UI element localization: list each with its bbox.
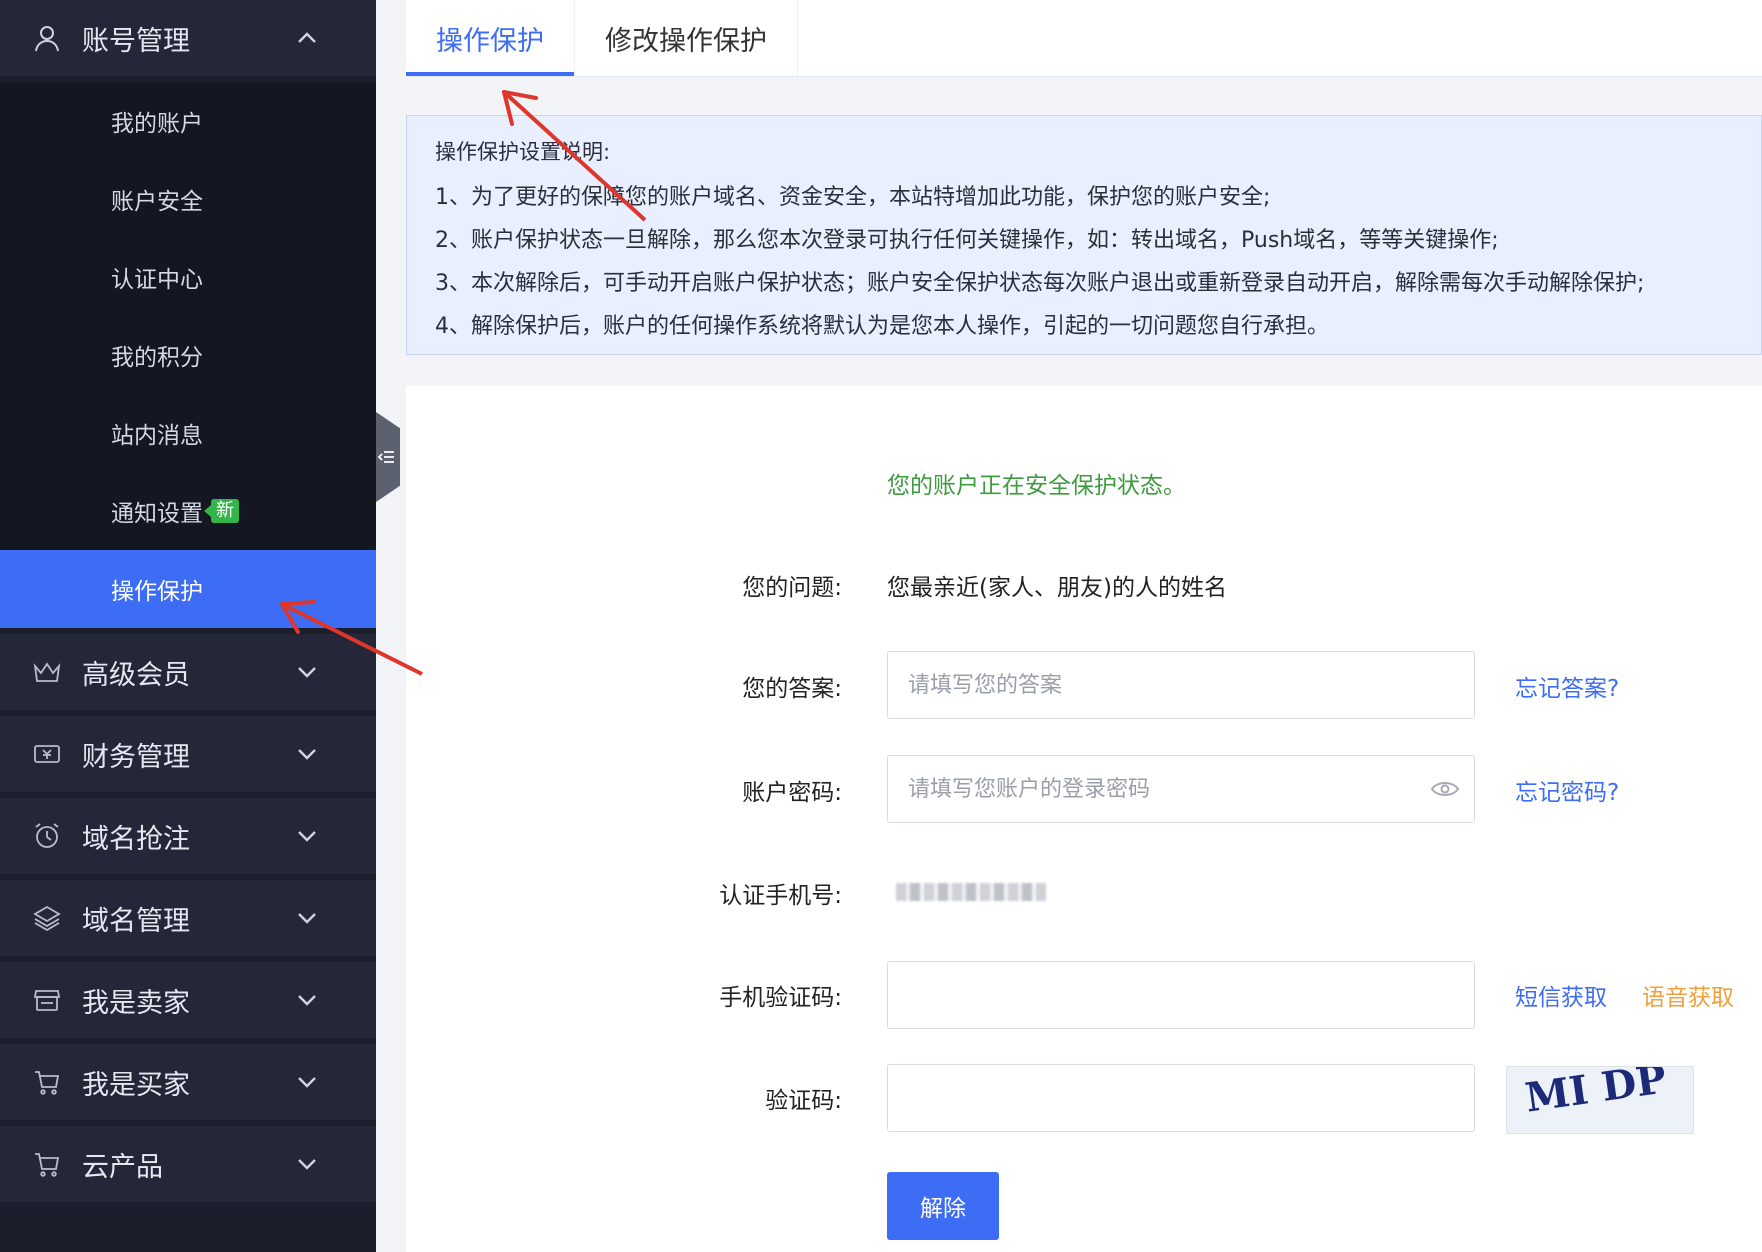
sidebar-group-domain-backorder[interactable]: 域名抢注 [0, 798, 376, 880]
sidebar-group-label: 域名管理 [82, 905, 190, 937]
sidebar-group-buyer[interactable]: 我是买家 [0, 1044, 376, 1126]
chevron-down-icon [298, 995, 316, 1006]
masked-phone-number [896, 883, 1046, 901]
protection-notice: 操作保护设置说明: 1、为了更好的保障您的账户域名、资金安全，本站特增加此功能，… [406, 115, 1762, 355]
sidebar-item-my-account[interactable]: 我的账户 [0, 82, 376, 160]
captcha-image[interactable]: MI DP [1506, 1055, 1694, 1134]
cart-icon [35, 1071, 60, 1095]
voice-get-link[interactable]: 语音获取 [1642, 978, 1734, 1012]
chevron-down-icon [298, 913, 316, 924]
chevron-down-icon [298, 749, 316, 760]
tab-bar: 操作保护 修改操作保护 [406, 0, 1762, 77]
finance-icon [34, 745, 60, 763]
captcha-label: 验证码: [765, 1088, 842, 1114]
sidebar-group-label: 高级会员 [82, 659, 190, 691]
user-icon [35, 26, 59, 52]
forgot-password-link[interactable]: 忘记密码? [1515, 773, 1619, 807]
sidebar-group-domain-management[interactable]: 域名管理 [0, 880, 376, 962]
sidebar-group-premium[interactable]: 高级会员 [0, 634, 376, 716]
password-input[interactable] [887, 755, 1475, 823]
tab-operation-protection[interactable]: 操作保护 [406, 0, 575, 76]
sidebar-group-label: 财务管理 [82, 741, 190, 773]
sidebar-group-label: 云产品 [82, 1151, 163, 1183]
release-protection-button[interactable]: 解除 [887, 1172, 999, 1240]
sidebar-item-account-security[interactable]: 账户安全 [0, 160, 376, 238]
notice-line: 1、为了更好的保障您的账户域名、资金安全，本站特增加此功能，保护您的账户安全; [435, 185, 1271, 210]
notice-line: 2、账户保护状态一旦解除，那么您本次登录可执行任何关键操作，如：转出域名，Pus… [435, 228, 1499, 253]
collapse-icon [378, 451, 394, 463]
captcha-text: MI DP [1522, 1067, 1669, 1122]
notice-line: 4、解除保护后，账户的任何操作系统将默认为是您本人操作，引起的一切问题您自行承担… [435, 314, 1330, 339]
sidebar-group-finance[interactable]: 财务管理 [0, 716, 376, 798]
notice-title: 操作保护设置说明: [435, 140, 611, 164]
sidebar-collapse-handle[interactable] [376, 412, 400, 502]
cart-icon [35, 1153, 60, 1177]
sidebar-group-label: 账号管理 [82, 25, 190, 57]
store-icon [33, 990, 61, 1011]
chevron-down-icon [298, 831, 316, 842]
sidebar-item-notification-settings[interactable]: 通知设置 新 [0, 472, 376, 550]
answer-input[interactable] [887, 651, 1475, 719]
sms-code-input[interactable] [887, 961, 1475, 1029]
question-label: 您的问题: [742, 575, 842, 601]
sidebar-group-account[interactable]: 账号管理 [0, 0, 376, 82]
clock-icon [35, 823, 59, 848]
chevron-down-icon [298, 667, 316, 678]
protection-form: 您的账户正在安全保护状态。 您的问题: 您最亲近(家人、朋友)的人的姓名 您的答… [406, 386, 1762, 1252]
chevron-down-icon [298, 1077, 316, 1088]
status-message: 您的账户正在安全保护状态。 [887, 473, 1186, 499]
notice-line: 3、本次解除后，可手动开启账户保护状态；账户安全保护状态每次账户退出或重新登录自… [435, 271, 1645, 296]
captcha-glyphs: MI DP [1522, 1055, 1669, 1122]
chevron-down-icon [298, 1159, 316, 1170]
chevron-up-icon [298, 32, 316, 43]
crown-icon [33, 662, 61, 682]
sidebar-group-cloud-products[interactable]: 云产品 [0, 1126, 376, 1208]
sidebar-item-operation-protection[interactable]: 操作保护 [0, 550, 376, 628]
main-content: 操作保护 修改操作保护 操作保护设置说明: 1、为了更好的保障您的账户域名、资金… [406, 0, 1762, 1252]
sidebar-group-seller[interactable]: 我是卖家 [0, 962, 376, 1044]
answer-label: 您的答案: [742, 676, 842, 702]
sidebar-group-label: 我是卖家 [82, 987, 190, 1019]
sms-code-label: 手机验证码: [719, 985, 842, 1011]
sidebar-item-verification-center[interactable]: 认证中心 [0, 238, 376, 316]
sidebar-group-label: 我是买家 [82, 1069, 190, 1101]
sidebar-item-my-points[interactable]: 我的积分 [0, 316, 376, 394]
tab-modify-operation-protection[interactable]: 修改操作保护 [575, 0, 798, 76]
new-badge: 新 [204, 499, 239, 523]
sidebar-submenu-account: 我的账户 账户安全 认证中心 我的积分 站内消息 通知设置 新 操作保护 [0, 82, 376, 628]
security-question: 您最亲近(家人、朋友)的人的姓名 [887, 575, 1227, 601]
password-label: 账户密码: [742, 780, 842, 806]
sms-get-link[interactable]: 短信获取 [1515, 978, 1607, 1012]
forgot-answer-link[interactable]: 忘记答案? [1515, 669, 1619, 703]
sidebar: 账号管理 我的账户 账户安全 认证中心 我的积分 站内消息 通知设置 新 操作保… [0, 0, 376, 1252]
layers-icon [33, 905, 61, 932]
phone-label: 认证手机号: [719, 883, 842, 909]
captcha-input[interactable] [887, 1064, 1475, 1132]
sidebar-item-messages[interactable]: 站内消息 [0, 394, 376, 472]
sidebar-group-label: 域名抢注 [82, 823, 190, 855]
eye-icon[interactable] [1430, 779, 1460, 799]
